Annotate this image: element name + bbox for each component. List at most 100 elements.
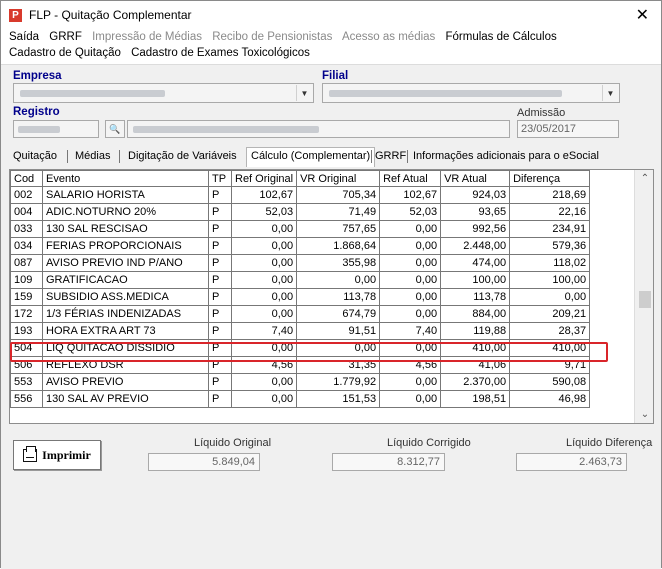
table-row[interactable]: 553 AVISO PREVIO P 0,00 1.779,92 0,00 2.370,00… [10, 373, 591, 391]
menu-recibo-pensionistas[interactable]: Recibo de Pensionistas [212, 31, 332, 43]
cell-vr-original: 151,53 [296, 390, 381, 408]
menu-row-primary: Saída GRRF Impressão de Médias Recibo de… [9, 29, 564, 45]
chevron-down-icon[interactable]: ⌄ [635, 406, 653, 423]
cell-ref-original: 102,67 [230, 186, 298, 204]
cell-cod: 504 [10, 339, 43, 357]
cell-vr-original: 355,98 [296, 254, 381, 272]
menu-cadastro-exames[interactable]: Cadastro de Exames Toxicológicos [131, 47, 310, 59]
cell-tp: P [208, 305, 232, 323]
table-row[interactable]: 034 FERIAS PROPORCIONAIS P 0,00 1.868,64 0,00… [10, 237, 591, 255]
cell-ref-atual: 0,00 [379, 237, 442, 255]
tab-digitacao-variaveis[interactable]: Digitação de Variáveis [128, 150, 237, 162]
table-row[interactable]: 004 ADIC.NOTURNO 20% P 52,03 71,49 52,03 93,65… [10, 203, 591, 221]
cell-cod: 159 [10, 288, 43, 306]
table-row[interactable]: 556 130 SAL AV PREVIO P 0,00 151,53 0,00 198,5… [10, 390, 591, 408]
cell-ref-original: 0,00 [230, 237, 298, 255]
cell-diferenca: 46,98 [509, 390, 591, 408]
registro-input[interactable] [13, 120, 99, 138]
scroll-thumb[interactable] [639, 291, 651, 308]
cell-ref-original: 0,00 [230, 271, 298, 289]
cell-vr-atual: 992,56 [440, 220, 511, 238]
table-body: 002 SALARIO HORISTA P 102,67 705,34 102,67 924… [10, 186, 591, 408]
table-row[interactable]: 193 HORA EXTRA ART 73 P 7,40 91,51 7,40 119,88… [10, 322, 591, 340]
cell-tp: P [208, 390, 232, 408]
menu-formulas-calculos[interactable]: Fórmulas de Cálculos [446, 31, 557, 43]
tab-grrf[interactable]: GRRF [375, 150, 406, 162]
cell-diferenca: 410,00 [509, 339, 591, 357]
cell-evento: 130 SAL AV PREVIO [42, 390, 209, 408]
cell-evento: 1/3 FÉRIAS INDENIZADAS [42, 305, 209, 323]
menu-row-secondary: Cadastro de Quitação Cadastro de Exames … [9, 45, 317, 61]
cell-diferenca: 118,02 [509, 254, 591, 272]
table-row[interactable]: 002 SALARIO HORISTA P 102,67 705,34 102,67 924… [10, 186, 591, 204]
table-row[interactable]: 033 130 SAL RESCISAO P 0,00 757,65 0,00 992,56… [10, 220, 591, 238]
chevron-down-icon[interactable]: ▼ [296, 85, 312, 101]
cell-cod: 556 [10, 390, 43, 408]
cell-vr-atual: 924,03 [440, 186, 511, 204]
cell-ref-atual: 0,00 [379, 305, 442, 323]
registro-label: Registro [13, 106, 60, 118]
vertical-scrollbar[interactable]: ⌃ ⌄ [634, 170, 653, 423]
cell-cod: 109 [10, 271, 43, 289]
tab-quitacao[interactable]: Quitação [13, 150, 57, 162]
chevron-down-icon[interactable]: ▼ [602, 85, 618, 101]
cell-cod: 172 [10, 305, 43, 323]
print-button[interactable]: Imprimir [13, 440, 101, 470]
cell-diferenca: 209,21 [509, 305, 591, 323]
cell-evento: FERIAS PROPORCIONAIS [42, 237, 209, 255]
menu-saida[interactable]: Saída [9, 31, 39, 43]
cell-evento: 130 SAL RESCISAO [42, 220, 209, 238]
header-diferenca[interactable]: Diferença [509, 170, 591, 187]
cell-tp: P [208, 339, 232, 357]
menu-impressao-medias[interactable]: Impressão de Médias [92, 31, 202, 43]
table-row[interactable]: 172 1/3 FÉRIAS INDENIZADAS P 0,00 674,79 0,00… [10, 305, 591, 323]
header-vr-original[interactable]: VR Original [296, 170, 381, 187]
cell-evento: GRATIFICACAO [42, 271, 209, 289]
table-row[interactable]: 109 GRATIFICACAO P 0,00 0,00 0,00 100,00 100,00 [10, 271, 591, 289]
cell-tp: P [208, 237, 232, 255]
liquido-diferenca-label: Líquido Diferença [566, 437, 653, 449]
cell-vr-atual: 198,51 [440, 390, 511, 408]
cell-vr-original: 31,35 [296, 356, 381, 374]
menu-grrf[interactable]: GRRF [49, 31, 82, 43]
table-row[interactable]: 087 AVISO PREVIO IND P/ANO P 0,00 355,98 0,00… [10, 254, 591, 272]
tab-medias[interactable]: Médias [75, 150, 110, 162]
chevron-up-icon[interactable]: ⌃ [635, 170, 653, 187]
close-icon[interactable]: ✕ [636, 5, 649, 25]
cell-diferenca: 579,36 [509, 237, 591, 255]
header-ref-atual[interactable]: Ref Atual [379, 170, 442, 187]
menu-cadastro-quitacao[interactable]: Cadastro de Quitação [9, 47, 121, 59]
redacted-filial-text [329, 90, 562, 97]
cell-cod: 002 [10, 186, 43, 204]
empresa-select[interactable]: ▼ [13, 83, 314, 103]
cell-cod: 193 [10, 322, 43, 340]
cell-cod: 033 [10, 220, 43, 238]
tab-calculo-complementar[interactable]: Cálculo (Complementar) [246, 147, 376, 167]
cell-evento: ADIC.NOTURNO 20% [42, 203, 209, 221]
menu-acesso-medias[interactable]: Acesso as médias [342, 31, 435, 43]
cell-vr-original: 113,78 [296, 288, 381, 306]
header-cod[interactable]: Cod [10, 170, 43, 187]
cell-vr-original: 1.868,64 [296, 237, 381, 255]
quitacao-window: P FLP - Quitação Complementar ✕ Saída GR… [0, 0, 662, 569]
header-tp[interactable]: TP [208, 170, 232, 187]
liquido-original-label: Líquido Original [194, 437, 272, 449]
cell-cod: 004 [10, 203, 43, 221]
cell-vr-atual: 2.448,00 [440, 237, 511, 255]
table-row[interactable]: 504 LIQ QUITACAO DISSIDIO P 0,00 0,00 0,00 410… [10, 339, 591, 357]
liquido-corrigido-label: Líquido Corrigido [387, 437, 471, 449]
header-ref-original[interactable]: Ref Original [230, 170, 298, 187]
filial-select[interactable]: ▼ [322, 83, 620, 103]
header-evento[interactable]: Evento [42, 170, 209, 187]
table-row[interactable]: 159 SUBSIDIO ASS.MEDICA P 0,00 113,78 0,00 113… [10, 288, 591, 306]
cell-ref-atual: 102,67 [379, 186, 442, 204]
cell-tp: P [208, 220, 232, 238]
cell-vr-original: 705,34 [296, 186, 381, 204]
search-icon[interactable]: 🔍 [105, 120, 125, 138]
tab-esocial[interactable]: Informações adicionais para o eSocial [413, 150, 599, 162]
redacted-name-text [133, 126, 319, 133]
table-row[interactable]: 506 REFLEXO DSR P 4,56 31,35 4,56 41,06 9,71 [10, 356, 591, 374]
header-vr-atual[interactable]: VR Atual [440, 170, 511, 187]
menu-bar: Saída GRRF Impressão de Médias Recibo de… [1, 29, 661, 63]
tab-separator [119, 150, 120, 163]
